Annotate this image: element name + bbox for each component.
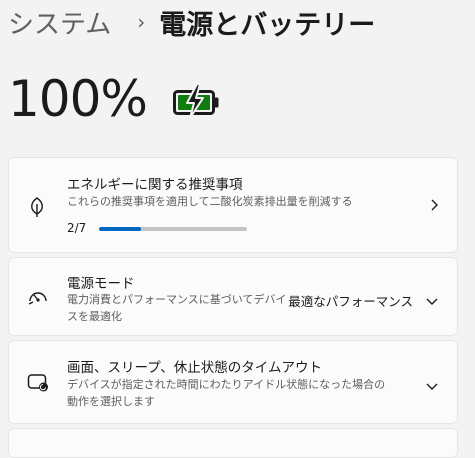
screen-sleep-description: デバイスが指定された時間にわたりアイドル状態になった場合の動作を選択します xyxy=(67,378,386,408)
breadcrumb: システム › 電源とバッテリー xyxy=(8,4,376,41)
chevron-down-icon[interactable] xyxy=(425,292,439,311)
battery-percent: 100% xyxy=(8,70,148,128)
energy-recommendations-title: エネルギーに関する推奨事項 xyxy=(67,177,243,193)
next-settings-card[interactable] xyxy=(8,428,458,458)
battery-charging-icon xyxy=(172,84,221,118)
screen-sleep-title: 画面、スリープ、休止状態のタイムアウト xyxy=(67,360,323,376)
chevron-right-icon xyxy=(429,197,439,217)
battery-summary: 100% xyxy=(8,70,221,128)
leaf-icon xyxy=(27,196,47,222)
energy-recommendations-card[interactable]: エネルギーに関する推奨事項 これらの推奨事項を適用して二酸化炭素排出量を削減する… xyxy=(8,157,458,253)
chevron-down-icon[interactable] xyxy=(425,377,439,396)
energy-recommendations-description: これらの推奨事項を適用して二酸化炭素排出量を削減する xyxy=(67,195,353,208)
power-mode-description: 電力消費とパフォーマンスに基づいてデバイスを最適化 xyxy=(67,293,287,323)
recommendations-progress-count: 2/7 xyxy=(67,221,87,235)
page-title: 電源とバッテリー xyxy=(159,9,376,41)
breadcrumb-separator: › xyxy=(137,10,146,34)
recommendations-progress-fill xyxy=(99,227,142,231)
power-mode-card[interactable]: 電源モード 電力消費とパフォーマンスに基づいてデバイスを最適化 最適なパフォーマ… xyxy=(8,257,458,336)
screen-sleep-card[interactable]: 画面、スリープ、休止状態のタイムアウト デバイスが指定された時間にわたりアイドル… xyxy=(8,340,458,424)
power-mode-select[interactable]: 最適なパフォーマンス xyxy=(288,291,413,310)
recommendations-progress-bar xyxy=(99,227,247,231)
gauge-icon xyxy=(27,287,49,311)
breadcrumb-system-link[interactable]: システム xyxy=(8,4,111,41)
power-mode-title: 電源モード xyxy=(67,276,135,292)
screen-sleep-icon xyxy=(27,372,49,396)
